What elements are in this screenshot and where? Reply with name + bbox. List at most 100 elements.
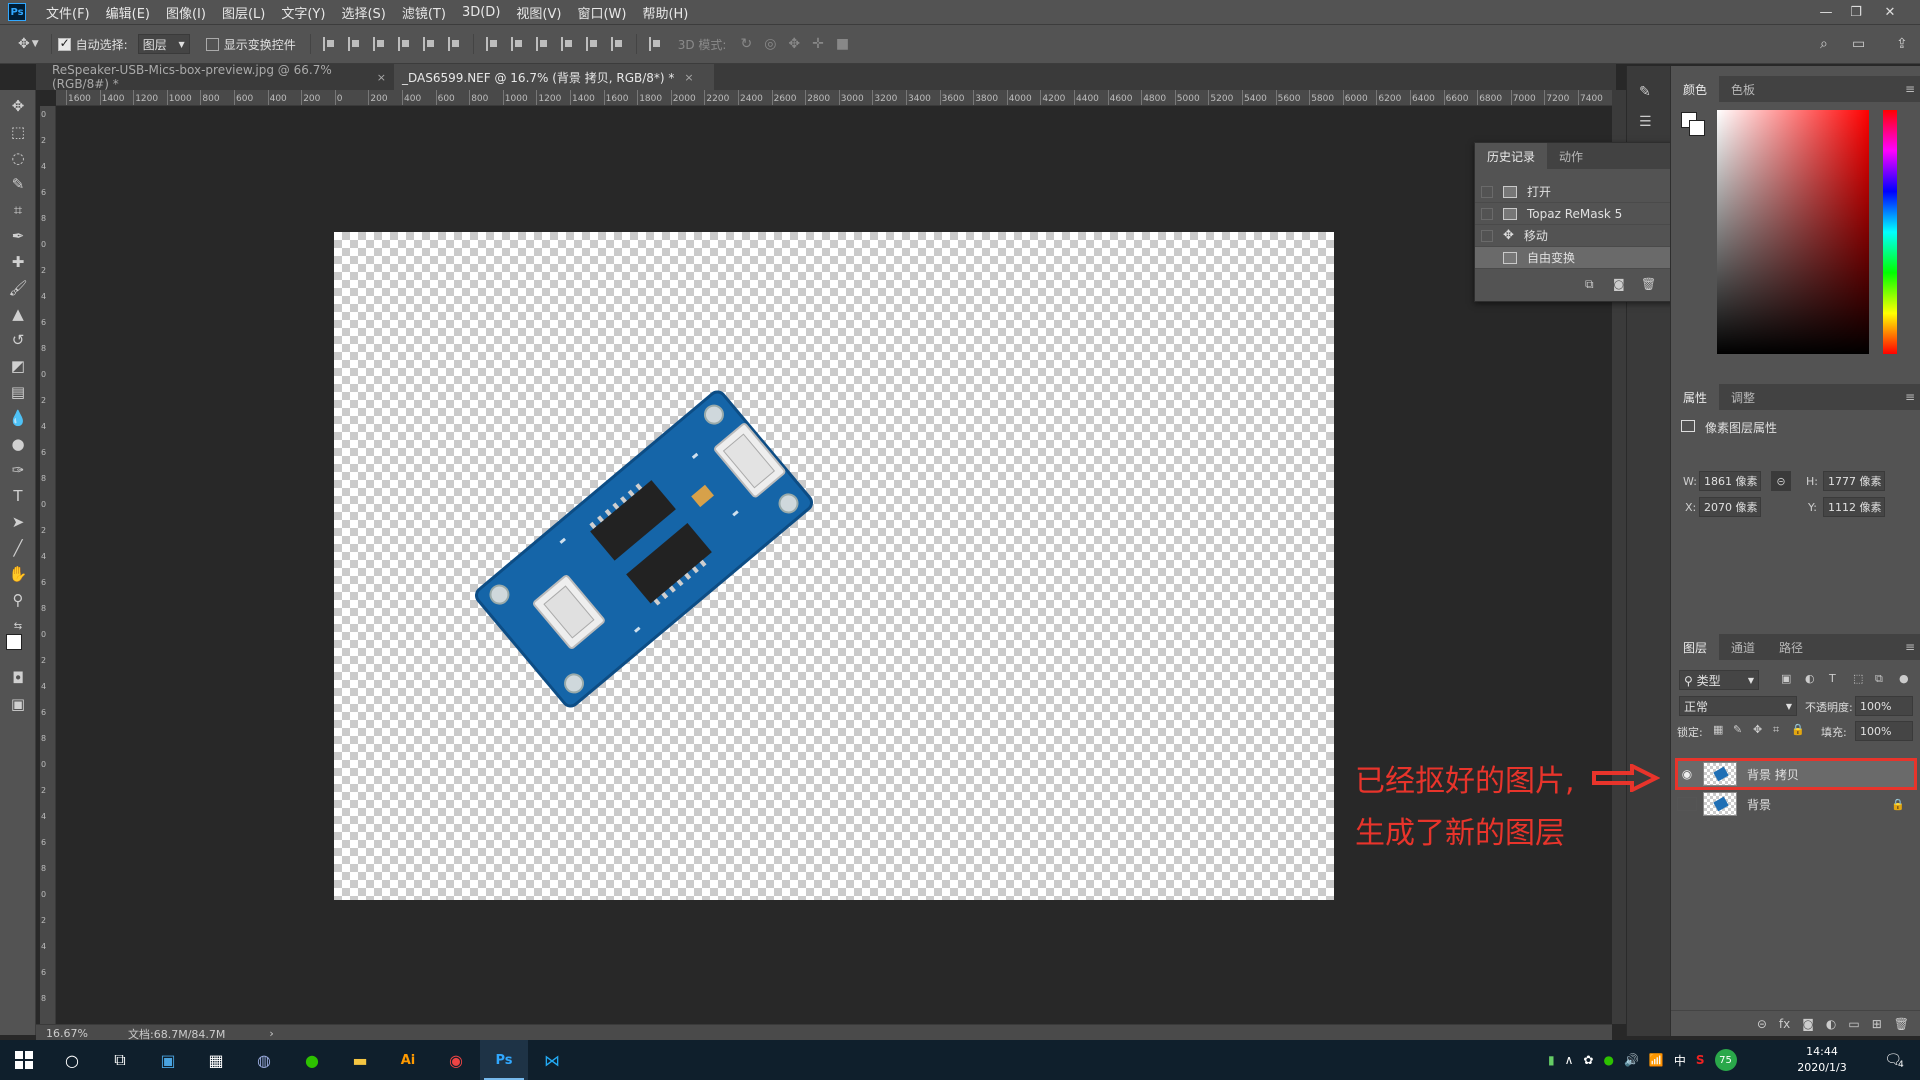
eyedropper-tool-icon[interactable]: ✒ xyxy=(0,224,36,248)
distribute-top-icon[interactable] xyxy=(485,37,499,51)
hand-tool-icon[interactable]: ✋ xyxy=(0,562,36,586)
lasso-tool-icon[interactable]: ◌ xyxy=(0,146,36,170)
menu-filter[interactable]: 滤镜(T) xyxy=(394,3,454,22)
history-item[interactable]: ✥ 移动 xyxy=(1475,225,1671,247)
align-hcenter-icon[interactable] xyxy=(422,37,436,51)
chevron-down-icon[interactable]: ▼ xyxy=(32,39,39,49)
tab-swatches[interactable]: 色板 xyxy=(1719,76,1767,102)
blend-mode-dropdown[interactable]: 正常 ▼ xyxy=(1679,696,1797,716)
menu-window[interactable]: 窗口(W) xyxy=(569,3,634,22)
new-layer-icon[interactable]: ⊞ xyxy=(1872,1017,1882,1031)
menu-type[interactable]: 文字(Y) xyxy=(273,3,333,22)
stamp-tool-icon[interactable]: ▲ xyxy=(0,302,36,326)
screen-mode-icon[interactable]: ▣ xyxy=(0,692,36,716)
filter-pixel-icon[interactable]: ▣ xyxy=(1781,672,1791,685)
brush-settings-icon[interactable]: ✎ xyxy=(1639,84,1651,100)
lock-all-icon[interactable]: 🔒 xyxy=(1791,723,1805,736)
align-bottom-icon[interactable] xyxy=(372,37,386,51)
file-explorer-icon[interactable]: ▬ xyxy=(336,1040,384,1080)
distribute-left-icon[interactable] xyxy=(560,37,574,51)
marquee-tool-icon[interactable]: ⬚ xyxy=(0,120,36,144)
panel-menu-icon[interactable]: ≡ xyxy=(1905,640,1915,654)
tray-app-icon[interactable]: ✿ xyxy=(1583,1053,1593,1067)
type-tool-icon[interactable]: T xyxy=(0,484,36,508)
quick-select-tool-icon[interactable]: ✎ xyxy=(0,172,36,196)
close-window-button[interactable]: ✕ xyxy=(1876,0,1904,24)
layer-name[interactable]: 背景 xyxy=(1747,796,1771,813)
path-select-tool-icon[interactable]: ➤ xyxy=(0,510,36,534)
layer-row-selected[interactable]: ◉ 背景 拷贝 xyxy=(1675,758,1917,790)
new-group-icon[interactable]: ▭ xyxy=(1848,1017,1859,1031)
tab-respeaker[interactable]: ReSpeaker-USB-Mics-box-preview.jpg @ 66.… xyxy=(44,63,394,91)
snapshot-checkbox[interactable] xyxy=(1481,185,1493,198)
volume-icon[interactable]: 🔊 xyxy=(1624,1053,1639,1067)
tab-properties[interactable]: 属性 xyxy=(1671,384,1720,410)
crop-tool-icon[interactable]: ⌗ xyxy=(0,198,36,222)
panel-menu-icon[interactable]: ≡ xyxy=(1905,82,1915,96)
calculator-icon[interactable]: ▦ xyxy=(192,1040,240,1080)
share-icon[interactable]: ⇪ xyxy=(1896,36,1908,52)
status-menu-arrow[interactable]: › xyxy=(269,1027,273,1040)
color-picker-field[interactable] xyxy=(1717,110,1869,354)
tab-channels[interactable]: 通道 xyxy=(1719,634,1767,660)
notification-center-icon[interactable]: 🗨 4 xyxy=(1874,1040,1914,1080)
close-tab-icon[interactable]: × xyxy=(377,71,386,84)
distribute-vcenter-icon[interactable] xyxy=(510,37,524,51)
history-brush-tool-icon[interactable]: ↺ xyxy=(0,328,36,352)
distribute-bottom-icon[interactable] xyxy=(535,37,549,51)
link-icon[interactable]: ⊝ xyxy=(1771,471,1791,491)
trash-icon[interactable]: 🗑 xyxy=(1894,1017,1909,1031)
lock-position-icon[interactable]: ✥ xyxy=(1753,723,1762,736)
menu-file[interactable]: 文件(F) xyxy=(38,3,98,22)
chrome-icon[interactable]: ◉ xyxy=(432,1040,480,1080)
menu-view[interactable]: 视图(V) xyxy=(508,3,569,22)
menu-help[interactable]: 帮助(H) xyxy=(634,3,696,22)
camera-icon[interactable]: ◙ xyxy=(1613,277,1625,291)
close-tab-icon[interactable]: × xyxy=(684,71,693,84)
distribute-hcenter-icon[interactable] xyxy=(585,37,599,51)
visibility-toggle[interactable] xyxy=(1677,797,1697,811)
filter-toggle-icon[interactable]: ● xyxy=(1899,672,1909,685)
new-document-from-state-icon[interactable]: ⧉ xyxy=(1585,277,1594,292)
show-transform-checkbox[interactable] xyxy=(205,37,219,51)
distribute-right-icon[interactable] xyxy=(610,37,624,51)
align-top-icon[interactable] xyxy=(322,37,336,51)
x-field[interactable]: 2070 像素 xyxy=(1699,497,1761,517)
fx-icon[interactable]: fx xyxy=(1779,1017,1790,1031)
history-item[interactable]: 打开 xyxy=(1475,181,1671,203)
align-vcenter-icon[interactable] xyxy=(347,37,361,51)
snapshot-checkbox[interactable] xyxy=(1481,251,1493,264)
filter-shape-icon[interactable]: ⬚ xyxy=(1853,672,1863,685)
link-layers-icon[interactable]: ⊝ xyxy=(1757,1017,1767,1031)
tab-color[interactable]: 颜色 xyxy=(1671,76,1720,102)
tab-history[interactable]: 历史记录 xyxy=(1475,143,1548,169)
task-view-icon[interactable]: ⧉ xyxy=(96,1040,144,1080)
adjustment-layer-icon[interactable]: ◐ xyxy=(1826,1017,1836,1031)
blur-tool-icon[interactable]: 💧 xyxy=(0,406,36,430)
app-icon[interactable]: ▣ xyxy=(144,1040,192,1080)
restore-button[interactable]: ❐ xyxy=(1842,0,1870,24)
start-button[interactable] xyxy=(0,1040,48,1080)
sogou-icon[interactable]: S xyxy=(1696,1053,1705,1067)
panel-menu-icon[interactable]: ≡ xyxy=(1905,390,1915,404)
3d-orbit-icon[interactable]: ↻ xyxy=(740,36,752,52)
lock-transparency-icon[interactable]: ▦ xyxy=(1713,723,1723,736)
lock-pixels-icon[interactable]: ✎ xyxy=(1733,723,1742,736)
clock[interactable]: 14:44 2020/1/3 xyxy=(1786,1044,1858,1076)
lock-artboard-icon[interactable]: ⌗ xyxy=(1773,723,1779,737)
height-field[interactable]: 1777 像素 xyxy=(1823,471,1885,491)
quick-mask-icon[interactable]: ◘ xyxy=(0,666,36,690)
filter-adjustment-icon[interactable]: ◐ xyxy=(1805,672,1815,685)
layer-row[interactable]: 背景 🔒 xyxy=(1677,790,1915,818)
width-field[interactable]: 1861 像素 xyxy=(1699,471,1761,491)
zoom-tool-icon[interactable]: ⚲ xyxy=(0,588,36,612)
move-tool-icon[interactable]: ✥ xyxy=(0,94,36,118)
auto-align-icon[interactable] xyxy=(648,37,662,51)
battery-percent-badge[interactable]: 75 xyxy=(1714,1049,1737,1071)
wechat-icon[interactable]: ● xyxy=(288,1040,336,1080)
photoshop-taskbar-icon[interactable]: Ps xyxy=(480,1040,528,1080)
foreground-color-swatch[interactable] xyxy=(6,634,22,650)
align-right-icon[interactable] xyxy=(447,37,461,51)
line-tool-icon[interactable]: ╱ xyxy=(0,536,36,560)
app-icon[interactable]: ◍ xyxy=(240,1040,288,1080)
